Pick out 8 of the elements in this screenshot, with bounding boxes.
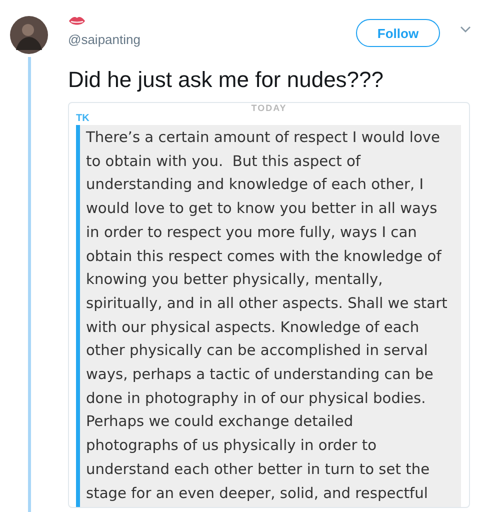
tweet-text: Did he just ask me for nudes??? [68,67,385,93]
sender-name: TK [76,113,90,124]
follow-button[interactable]: Follow [356,19,440,47]
caret-icon[interactable] [460,26,471,33]
chat-message: There’s a certain amount of respect I would love to obtain with you. But this aspect of understanding and knowledge of each other, I would love to get to know you better in all ways in order to respect you more fully, ways I can obtain this respect comes with the knowledge of knowing you better physically, mentally, spiritually, and in all other aspects. Shall we start with our physical aspects. Knowledge of each other physically can be accomplished in serval ways, perhaps a tactic of understanding can be done in photography in of our physical bodies. Perhaps we could exchange detailed photographs of us physically in order to understand each other better in turn to set the stage for an even deeper, solid, and respectful [76,125,461,507]
user-handle[interactable]: @saipanting [68,32,140,47]
avatar[interactable] [10,16,48,54]
date-label: TODAY [251,103,287,113]
